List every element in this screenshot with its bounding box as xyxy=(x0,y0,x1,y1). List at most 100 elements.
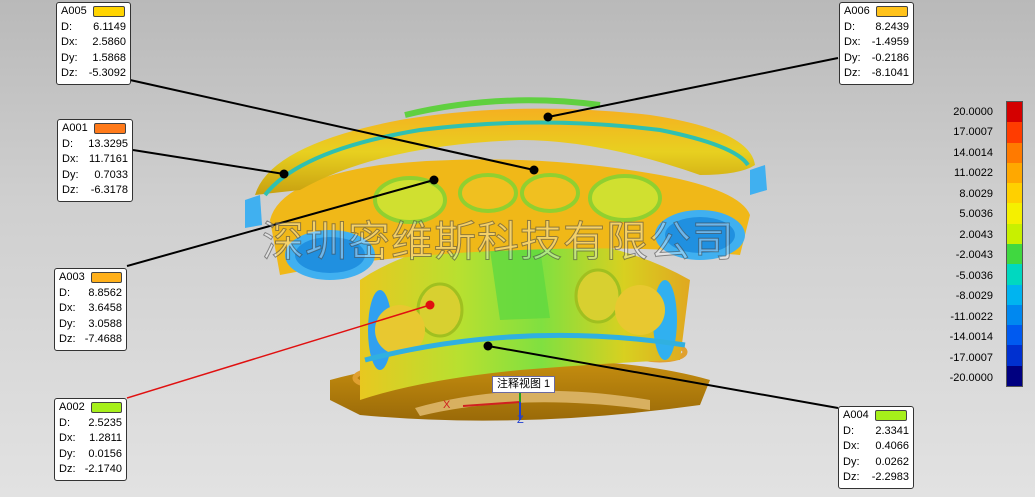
color-scale-tick-label: 20.0000 xyxy=(953,106,993,118)
color-scale-segment xyxy=(1007,223,1022,244)
color-scale-segment xyxy=(1007,102,1022,123)
value-d: 13.3295 xyxy=(88,137,128,150)
value-dz: -7.4688 xyxy=(84,333,122,345)
color-scale-tick-label: 8.0029 xyxy=(959,187,993,200)
label-dy: Dy: xyxy=(62,168,79,181)
color-scale-segment xyxy=(1007,162,1022,184)
color-scale-tick-label: 11.0022 xyxy=(954,167,993,180)
color-scale-tick-label: 2.0043 xyxy=(959,228,993,241)
annotation-A003[interactable]: A003 D: 8.8562 Dx: 3.6458 Dy: 3.0588 Dz: -7.… xyxy=(54,268,127,351)
annotation-id: A002 xyxy=(59,401,85,413)
color-scale-tick-label: -11.0022 xyxy=(950,310,993,323)
deviation-color-scale xyxy=(1006,101,1023,387)
anchor-A001 xyxy=(279,169,289,179)
color-scale-segment xyxy=(1007,203,1022,224)
anchor-A002 xyxy=(425,300,435,310)
value-dz: -8.1041 xyxy=(871,67,909,79)
label-d: D: xyxy=(61,20,72,33)
color-scale-tick-label: -14.0014 xyxy=(949,331,993,344)
annotation-id: A004 xyxy=(843,409,869,421)
value-dy: 0.0262 xyxy=(875,455,909,468)
color-scale-segment xyxy=(1007,304,1022,326)
label-dx: Dx: xyxy=(59,302,76,314)
value-dx: -1.4959 xyxy=(871,36,909,48)
label-dx: Dx: xyxy=(62,153,79,165)
color-scale-tick-label: -8.0029 xyxy=(955,290,993,303)
value-d: 8.2439 xyxy=(875,20,909,33)
color-scale-segment xyxy=(1007,284,1022,305)
annotation-A004[interactable]: A004 D: 2.3341 Dx: 0.4066 Dy: 0.0262 Dz: -2.… xyxy=(838,406,914,489)
color-scale-tick-label: -17.0007 xyxy=(949,351,993,364)
annotation-A002[interactable]: A002 D: 2.5235 Dx: 1.2811 Dy: 0.0156 Dz: -2.… xyxy=(54,398,127,481)
value-dy: 0.0156 xyxy=(88,447,122,460)
value-dz: -2.2983 xyxy=(871,471,909,483)
value-dx: 11.7161 xyxy=(89,153,128,165)
value-d: 8.8562 xyxy=(88,286,122,299)
color-scale-segment xyxy=(1007,365,1022,386)
label-dy: Dy: xyxy=(844,51,861,64)
color-scale-segment xyxy=(1007,345,1022,366)
annotation-id: A006 xyxy=(844,5,870,17)
value-dz: -6.3178 xyxy=(90,184,128,196)
label-d: D: xyxy=(62,137,73,150)
value-dx: 0.4066 xyxy=(875,440,909,452)
value-d: 2.3341 xyxy=(875,424,909,437)
label-dy: Dy: xyxy=(59,317,76,330)
label-d: D: xyxy=(59,416,70,429)
annotation-id: A003 xyxy=(59,271,85,283)
label-d: D: xyxy=(59,286,70,299)
label-dx: Dx: xyxy=(59,432,76,444)
anchor-A003 xyxy=(429,175,439,185)
value-dy: 0.7033 xyxy=(94,168,128,181)
value-dz: -2.1740 xyxy=(84,463,122,475)
label-d: D: xyxy=(843,424,854,437)
label-dy: Dy: xyxy=(843,455,860,468)
value-dz: -5.3092 xyxy=(88,67,126,79)
annotation-id: A005 xyxy=(61,5,87,17)
deviation-color-swatch xyxy=(90,272,122,284)
color-scale-segment xyxy=(1007,122,1022,143)
label-dx: Dx: xyxy=(61,36,78,48)
label-dy: Dy: xyxy=(59,447,76,460)
color-scale-tick-label: -5.0036 xyxy=(955,269,993,282)
company-watermark: 深圳密维斯科技有限公司 xyxy=(261,217,736,267)
color-scale-tick-label: -20.0000 xyxy=(949,372,993,384)
value-d: 6.1149 xyxy=(93,20,126,33)
color-scale-segment xyxy=(1007,142,1022,163)
label-dy: Dy: xyxy=(61,51,78,64)
value-dx: 2.5860 xyxy=(92,36,126,48)
color-scale-segment xyxy=(1007,243,1022,265)
value-dy: 3.0588 xyxy=(88,317,122,330)
annotation-A001[interactable]: A001 D: 13.3295 Dx: 11.7161 Dy: 0.7033 Dz: -… xyxy=(57,119,133,202)
color-scale-tick-label: -2.0043 xyxy=(955,249,993,262)
annotation-A006[interactable]: A006 D: 8.2439 Dx: -1.4959 Dy: -0.2186 Dz: -… xyxy=(839,2,914,85)
label-dz: Dz: xyxy=(59,333,76,345)
anchor-A005 xyxy=(529,165,539,175)
color-scale-tick-label: 17.0007 xyxy=(953,126,993,139)
anchor-A004 xyxy=(483,341,493,351)
z-axis-label: Z xyxy=(517,414,524,426)
x-axis-label: X xyxy=(443,399,451,411)
label-dz: Dz: xyxy=(61,67,78,79)
anchor-A006 xyxy=(543,112,553,122)
annotation-id: A001 xyxy=(62,122,88,134)
label-dz: Dz: xyxy=(59,463,76,475)
deviation-color-swatch xyxy=(92,6,125,18)
label-dz: Dz: xyxy=(62,184,79,196)
deviation-color-swatch xyxy=(874,410,907,422)
label-dx: Dx: xyxy=(843,440,860,452)
color-scale-segment xyxy=(1007,325,1022,346)
annotation-A005[interactable]: A005 D: 6.1149 Dx: 2.5860 Dy: 1.5868 Dz: -5.… xyxy=(56,2,131,85)
color-scale-segment xyxy=(1007,264,1022,285)
value-dx: 1.2811 xyxy=(89,432,122,444)
deviation-color-swatch xyxy=(90,402,122,414)
value-dy: 1.5868 xyxy=(92,51,126,64)
value-dy: -0.2186 xyxy=(871,51,909,64)
deviation-color-swatch xyxy=(93,123,126,135)
color-scale-segment xyxy=(1007,183,1022,204)
label-dx: Dx: xyxy=(844,36,861,48)
view-label[interactable]: 注释视图 1 xyxy=(492,376,556,393)
value-dx: 3.6458 xyxy=(88,302,122,314)
label-d: D: xyxy=(844,20,855,33)
value-d: 2.5235 xyxy=(88,416,122,429)
